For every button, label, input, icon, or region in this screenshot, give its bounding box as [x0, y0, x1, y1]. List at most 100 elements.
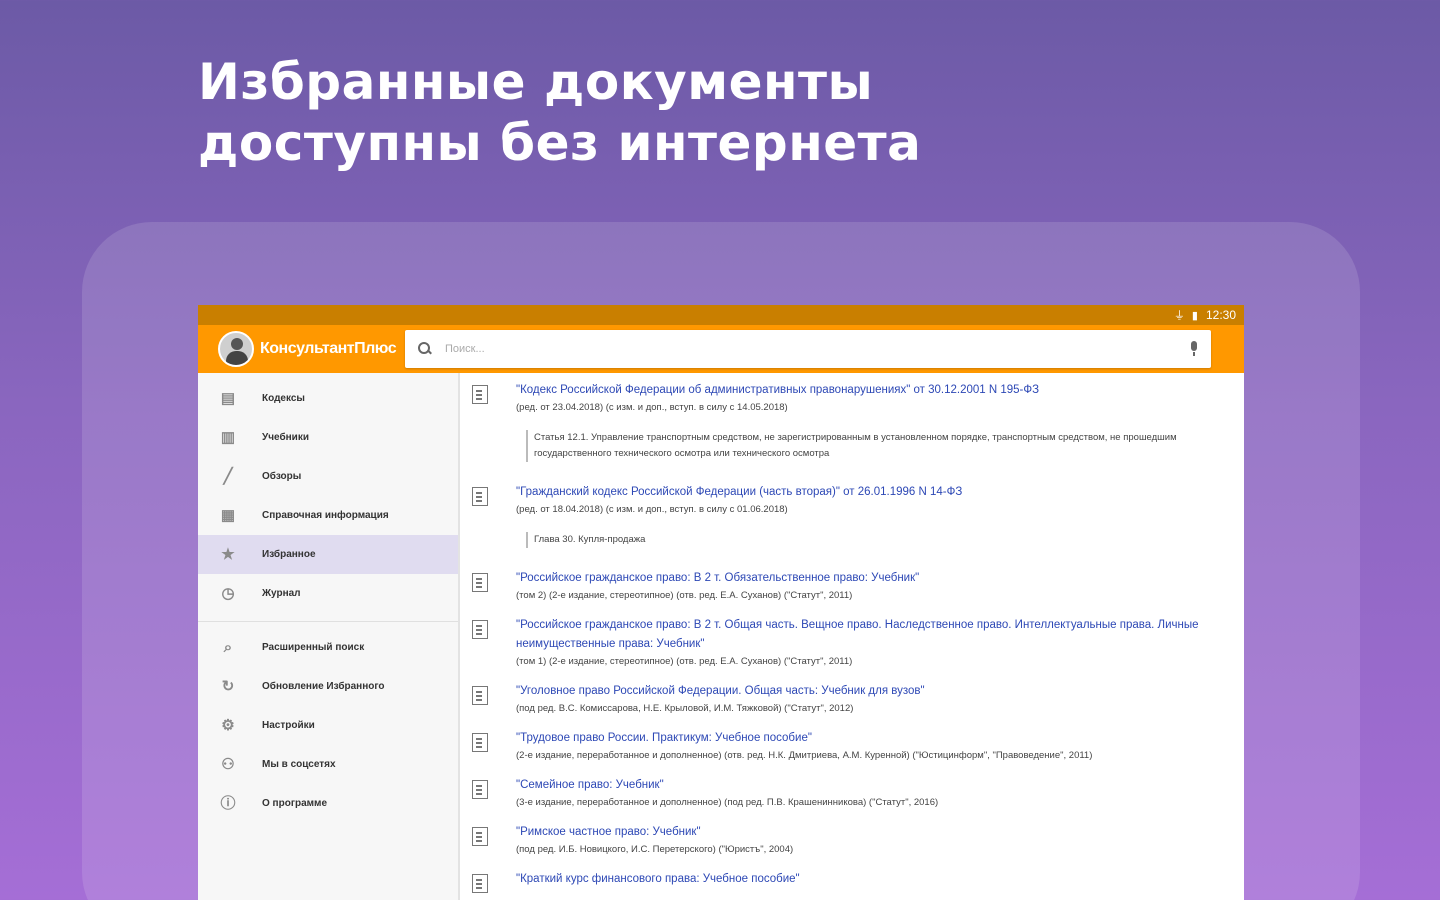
document-icon	[472, 573, 488, 592]
document-body: "Трудовое право России. Практикум: Учебн…	[516, 729, 1224, 763]
sidebar-item[interactable]: ⌕ Расширенный поиск	[198, 628, 458, 667]
document-body: "Римское частное право: Учебник" (под ред…	[516, 823, 1224, 857]
microphone-icon[interactable]	[1189, 341, 1199, 357]
sidebar-item[interactable]: ★ Избранное	[198, 535, 458, 574]
sidebar-item[interactable]: ◷ Журнал	[198, 574, 458, 613]
document-meta: (2-е издание, переработанное и дополненн…	[516, 750, 1093, 761]
sidebar: ▤ Кодексы ▥ Учебники ╱ Обзоры ▦ Справочная инфо…	[198, 373, 460, 900]
document-meta: (под ред. В.С. Комиссарова, Н.Е. Крылово…	[516, 703, 854, 714]
document-body: "Семейное право: Учебник" (3-е издание, п…	[516, 776, 1224, 810]
document-item[interactable]: "Семейное право: Учебник" (3-е издание, п…	[472, 776, 1224, 810]
document-body: "Гражданский кодекс Российской Федерации…	[516, 483, 1224, 556]
sidebar-item-label: Обзоры	[262, 471, 302, 482]
document-icon	[472, 620, 488, 639]
status-icons: ⏚ ▮	[1173, 310, 1200, 322]
document-body: "Российское гражданское право: В 2 т. Об…	[516, 569, 1224, 603]
document-icon	[472, 686, 488, 705]
sidebar-item-label: Журнал	[262, 588, 301, 599]
document-title-link[interactable]: "Российское гражданское право: В 2 т. Об…	[516, 616, 1224, 654]
textbook-icon: ▥	[220, 428, 236, 446]
history-icon: ◷	[221, 584, 235, 602]
book-icon: ▤	[220, 389, 236, 407]
sidebar-item-label: Обновление Избранного	[262, 681, 385, 692]
document-icon	[472, 487, 488, 506]
document-meta: (3-е издание, переработанное и дополненн…	[516, 797, 939, 808]
document-item[interactable]: "Гражданский кодекс Российской Федерации…	[472, 483, 1224, 556]
sidebar-nav-group-secondary: ⌕ Расширенный поиск ↻ Обновление Избранного…	[198, 628, 458, 823]
refresh-icon: ↻	[221, 677, 235, 695]
status-bar: ⏚ ▮ 12:30	[198, 305, 1244, 325]
document-item[interactable]: "Краткий курс финансового права: Учебное…	[472, 870, 1224, 893]
favorites-document-list: "Кодекс Российской Федерации об админист…	[460, 373, 1244, 900]
document-meta: (том 1) (2-е издание, стереотипное) (отв…	[516, 656, 853, 667]
sidebar-item-label: Кодексы	[262, 393, 305, 404]
document-meta: (под ред. И.Б. Новицкого, И.С. Перетерск…	[516, 844, 794, 855]
star-icon: ★	[221, 545, 235, 563]
sidebar-item-label: О программе	[262, 798, 328, 809]
advanced-search-icon: ⌕	[223, 638, 233, 656]
sidebar-item[interactable]: ⚇ Мы в соцсетях	[198, 745, 458, 784]
pen-icon: ╱	[223, 467, 233, 485]
sidebar-divider	[198, 621, 458, 622]
document-icon	[472, 733, 488, 752]
app-bar: КонсультантПлюс	[198, 325, 1244, 373]
document-item[interactable]: "Римское частное право: Учебник" (под ред…	[472, 823, 1224, 857]
document-title-link[interactable]: "Российское гражданское право: В 2 т. Об…	[516, 569, 1224, 588]
document-title-link[interactable]: "Гражданский кодекс Российской Федерации…	[516, 483, 1224, 502]
sidebar-item[interactable]: ▦ Справочная информация	[198, 496, 458, 535]
sidebar-item-label: Справочная информация	[262, 510, 389, 521]
sidebar-item-label: Мы в соцсетях	[262, 759, 336, 770]
sidebar-item[interactable]: ↻ Обновление Избранного	[198, 667, 458, 706]
search-input[interactable]	[445, 343, 1189, 355]
status-time: 12:30	[1205, 308, 1236, 322]
sidebar-nav-group: ▤ Кодексы ▥ Учебники ╱ Обзоры ▦ Справочная инфо…	[198, 379, 458, 613]
promo-title-line-2: доступны без интернета	[198, 114, 922, 172]
search-bar[interactable]	[405, 330, 1211, 368]
document-title-link[interactable]: "Уголовное право Российской Федерации. О…	[516, 682, 1224, 701]
document-fragment-link[interactable]: Глава 30. Купля-продажа	[526, 532, 1224, 548]
document-body: "Краткий курс финансового права: Учебное…	[516, 870, 1224, 893]
social-icon: ⚇	[221, 755, 235, 773]
sidebar-item-label: Учебники	[262, 432, 309, 443]
document-body: "Российское гражданское право: В 2 т. Об…	[516, 616, 1224, 669]
document-icon	[472, 874, 488, 893]
search-icon	[417, 341, 433, 357]
document-title-link[interactable]: "Краткий курс финансового права: Учебное…	[516, 870, 1224, 889]
sidebar-item[interactable]: ▤ Кодексы	[198, 379, 458, 418]
document-meta: (том 2) (2-е издание, стереотипное) (отв…	[516, 590, 853, 601]
document-body: "Кодекс Российской Федерации об админист…	[516, 381, 1224, 470]
document-item[interactable]: "Трудовое право России. Практикум: Учебн…	[472, 729, 1224, 763]
document-title-link[interactable]: "Кодекс Российской Федерации об админист…	[516, 381, 1224, 400]
document-icon	[472, 827, 488, 846]
sidebar-item[interactable]: ⚙ Настройки	[198, 706, 458, 745]
gear-icon: ⚙	[221, 716, 235, 734]
logo-text: КонсультантПлюс	[260, 340, 397, 357]
sidebar-item[interactable]: ▥ Учебники	[198, 418, 458, 457]
document-icon	[472, 385, 488, 404]
document-title-link[interactable]: "Римское частное право: Учебник"	[516, 823, 1224, 842]
sidebar-item-label: Настройки	[262, 720, 315, 731]
document-body: "Уголовное право Российской Федерации. О…	[516, 682, 1224, 716]
promo-title: Избранные документы доступны без интерне…	[198, 52, 921, 174]
main-area: ▤ Кодексы ▥ Учебники ╱ Обзоры ▦ Справочная инфо…	[198, 373, 1244, 900]
document-meta: (ред. от 23.04.2018) (с изм. и доп., вст…	[516, 402, 788, 413]
document-icon	[472, 780, 488, 799]
document-fragment-link[interactable]: Статья 12.1. Управление транспортным сре…	[526, 430, 1224, 462]
app-screen: ⏚ ▮ 12:30 КонсультантПлюс ▤ Кодексы ▥ Учебн…	[198, 305, 1244, 900]
app-logo[interactable]: КонсультантПлюс	[218, 331, 405, 367]
sidebar-item-label: Расширенный поиск	[262, 642, 365, 653]
document-item[interactable]: "Уголовное право Российской Федерации. О…	[472, 682, 1224, 716]
document-item[interactable]: "Российское гражданское право: В 2 т. Об…	[472, 569, 1224, 603]
document-title-link[interactable]: "Трудовое право России. Практикум: Учебн…	[516, 729, 1224, 748]
sidebar-item[interactable]: ⓘ О программе	[198, 784, 458, 823]
sidebar-item-label: Избранное	[262, 549, 316, 560]
document-title-link[interactable]: "Семейное право: Учебник"	[516, 776, 1224, 795]
info-icon: ⓘ	[220, 794, 236, 812]
logo-avatar-icon	[218, 331, 254, 367]
reference-icon: ▦	[220, 506, 236, 524]
document-meta: (ред. от 18.04.2018) (с изм. и доп., вст…	[516, 504, 788, 515]
sidebar-item[interactable]: ╱ Обзоры	[198, 457, 458, 496]
promo-title-line-1: Избранные документы	[198, 53, 874, 111]
document-item[interactable]: "Российское гражданское право: В 2 т. Об…	[472, 616, 1224, 669]
document-item[interactable]: "Кодекс Российской Федерации об админист…	[472, 381, 1224, 470]
